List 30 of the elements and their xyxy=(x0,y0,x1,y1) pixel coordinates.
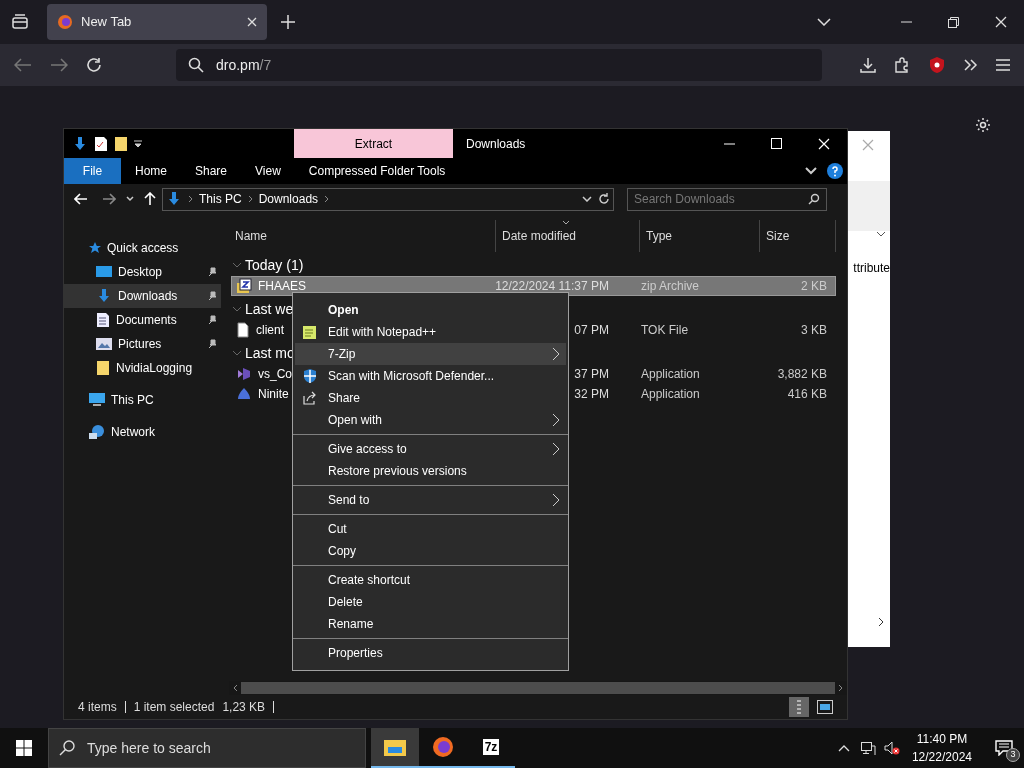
file-type: Application xyxy=(640,386,701,403)
file-date: 12/22/2024 11:37 PM xyxy=(495,279,609,293)
tab-title: New Tab xyxy=(81,13,133,32)
notification-badge: 3 xyxy=(1006,748,1020,762)
file-size: 416 KB xyxy=(786,386,828,403)
file-date: 07 PM xyxy=(574,323,609,337)
file-type: zip Archive xyxy=(640,278,701,295)
selection-count: 1 item selected xyxy=(133,699,215,716)
search-placeholder: Search Downloads xyxy=(634,191,736,208)
extract-label: Extract xyxy=(354,135,393,153)
file-name: client xyxy=(256,323,284,337)
archiver-logo: 7z xyxy=(482,739,500,755)
file-type: TOK File xyxy=(640,322,690,339)
selection-size: 1,23 KB xyxy=(222,699,266,716)
attribute-label: ttribute xyxy=(853,260,890,277)
file-date: 37 PM xyxy=(574,367,609,381)
file-size: 2 KB xyxy=(800,278,828,295)
file-name: FHAAES xyxy=(258,279,306,293)
file-name: vs_Co xyxy=(258,367,292,381)
window-title: Downloads xyxy=(466,135,526,153)
file-size: 3,882 KB xyxy=(776,366,828,383)
file-size: 3 KB xyxy=(800,322,828,339)
group-header: Today (1) xyxy=(245,255,304,275)
group-header: Last we xyxy=(245,299,294,319)
item-count: 4 items xyxy=(78,699,117,716)
file-name: Ninite xyxy=(258,387,289,401)
url-text: dro.pm/7 xyxy=(216,55,272,75)
search-placeholder: Type here to search xyxy=(87,738,211,758)
file-type: Application xyxy=(640,366,701,383)
file-date: 32 PM xyxy=(574,387,609,401)
